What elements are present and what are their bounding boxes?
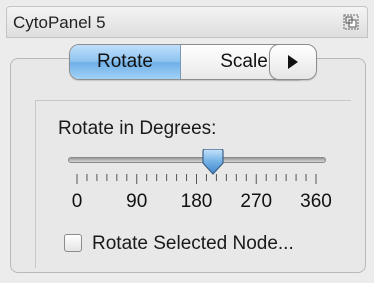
rotate-degrees-label: Rotate in Degrees: [58,118,217,139]
cytopanel: CytoPanel 5 Rotate Scale Rotate in Degre… [0,0,374,283]
slider-tick-label: 180 [180,191,213,212]
panel-titlebar: CytoPanel 5 [6,6,368,38]
rotate-slider-thumb[interactable] [201,149,225,175]
play-icon [288,55,298,69]
panel-title: CytoPanel 5 [13,13,106,32]
more-tabs-button[interactable] [269,44,317,80]
slider-tick-label: 0 [71,191,83,212]
slider-tick-label: 360 [300,191,332,212]
tab-rotate[interactable]: Rotate [70,45,181,79]
rotate-selected-node-checkbox[interactable] [64,234,82,252]
float-window-icon[interactable] [343,14,359,30]
slider-tick-label: 90 [126,191,148,212]
rotate-selected-node-label[interactable]: Rotate Selected Node... [92,233,294,255]
rotate-slider-track[interactable] [68,157,326,163]
slider-tick-label: 270 [240,191,273,212]
